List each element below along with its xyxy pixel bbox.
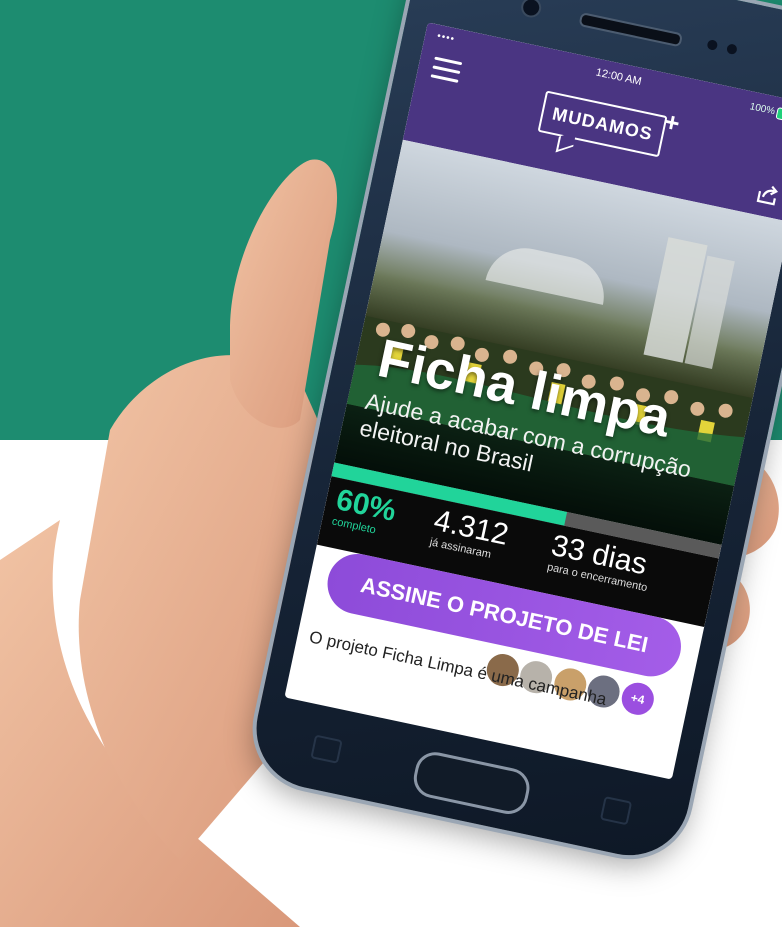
light-sensor (725, 43, 738, 56)
earpiece-speaker (578, 12, 684, 48)
home-button[interactable] (410, 748, 534, 818)
logo-plus: + (661, 106, 683, 139)
recent-apps-key-icon[interactable] (599, 796, 633, 826)
battery-icon (775, 106, 782, 124)
stat-signatures: 4.312 já assinaram (429, 504, 512, 564)
back-key-icon[interactable] (310, 734, 343, 764)
speech-bubble-tail (555, 131, 577, 153)
app-logo: MUDAMOS (537, 90, 668, 158)
building-dome (485, 240, 612, 305)
stat-completion: 60% completo (331, 483, 399, 540)
menu-icon[interactable] (430, 56, 463, 84)
front-camera (519, 0, 544, 20)
share-icon[interactable] (753, 180, 781, 208)
proximity-sensor (706, 39, 719, 51)
